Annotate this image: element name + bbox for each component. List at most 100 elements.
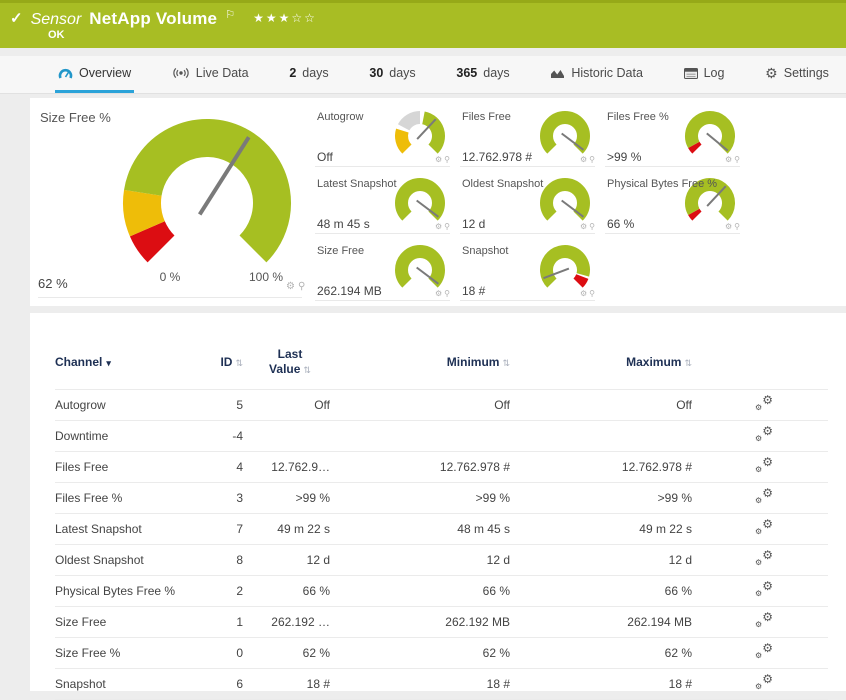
channel-row[interactable]: Latest Snapshot 7 49 m 22 s 48 m 45 s 49…	[55, 513, 828, 544]
column-label: Value	[269, 362, 301, 376]
sensor-header: ✓ Sensor NetApp Volume ⚐ ★★★☆☆ OK	[0, 0, 846, 48]
gauge-label: Physical Bytes Free %	[607, 178, 718, 190]
channel-settings-icon[interactable]: ⚙ ⚙	[755, 642, 773, 660]
gear-icon[interactable]: ⚙	[286, 282, 295, 292]
tab-live-data[interactable]: Live Data	[169, 56, 252, 93]
tab-log[interactable]: Log	[681, 56, 728, 93]
channel-row[interactable]: Autogrow 5 Off Off Off ⚙ ⚙	[55, 389, 828, 420]
column-header-maximum[interactable]: Maximum ⇅	[515, 355, 700, 369]
channel-table-panel: Channel ▾ ID ⇅ Last Value ⇅ Minimum ⇅ Maximu…	[30, 313, 846, 700]
channel-id: -4	[232, 429, 243, 443]
gauge-label: Latest Snapshot	[317, 178, 397, 190]
gear-icon: ⚙	[755, 527, 763, 536]
channel-settings-icon[interactable]: ⚙ ⚙	[755, 487, 773, 505]
pin-icon[interactable]: ⚲	[589, 290, 595, 298]
pin-icon[interactable]: ⚲	[444, 290, 450, 298]
gauge-value: 48 m 45 s	[317, 217, 370, 231]
gear-icon[interactable]: ⚙	[580, 156, 587, 164]
gear-icon[interactable]: ⚙	[435, 290, 442, 298]
pin-icon[interactable]: ⚲	[444, 223, 450, 231]
channel-row[interactable]: Snapshot 6 18 # 18 # 18 # ⚙ ⚙	[55, 668, 828, 700]
gear-icon: ⚙	[755, 589, 763, 598]
channel-row[interactable]: Files Free % 3 >99 % >99 % >99 % ⚙ ⚙	[55, 482, 828, 513]
channel-settings-icon[interactable]: ⚙ ⚙	[755, 394, 773, 412]
channel-row[interactable]: Oldest Snapshot 8 12 d 12 d 12 d ⚙ ⚙	[55, 544, 828, 575]
channel-settings-icon[interactable]: ⚙ ⚙	[755, 611, 773, 629]
pin-icon[interactable]: ⚲	[589, 223, 595, 231]
channel-minimum: 62 %	[482, 646, 510, 660]
tab-30-days[interactable]: 30 days	[366, 56, 418, 93]
gear-icon: ⚙	[755, 403, 763, 412]
channel-settings-icon[interactable]: ⚙ ⚙	[755, 580, 773, 598]
tab-settings[interactable]: ⚙ Settings	[762, 56, 832, 93]
gauge-label: Autogrow	[317, 111, 364, 123]
channel-settings-icon[interactable]: ⚙ ⚙	[755, 425, 773, 443]
priority-stars[interactable]: ★★★☆☆	[253, 11, 317, 25]
primary-gauge-actions: ⚙ ⚲	[286, 282, 305, 292]
column-header-id[interactable]: ID ⇅	[205, 355, 245, 369]
channel-row[interactable]: Physical Bytes Free % 2 66 % 66 % 66 % ⚙…	[55, 575, 828, 606]
column-header-minimum[interactable]: Minimum ⇅	[335, 355, 515, 369]
channel-actions: ⚙ ⚙	[700, 487, 828, 507]
gauge-value: 66 %	[607, 217, 635, 231]
channel-row[interactable]: Files Free 4 12.762.9… 12.762.978 # 12.7…	[55, 451, 828, 482]
channel-maximum: 18 #	[668, 677, 692, 691]
channel-name: Latest Snapshot	[55, 522, 142, 536]
channel-last-value: 18 #	[306, 677, 330, 691]
channel-name: Physical Bytes Free %	[55, 584, 176, 598]
tab-2-days[interactable]: 2 days	[286, 56, 331, 93]
channel-name: Oldest Snapshot	[55, 553, 144, 567]
channel-settings-icon[interactable]: ⚙ ⚙	[755, 672, 773, 691]
sort-icon: ⇅	[502, 358, 510, 368]
sort-desc-icon: ▾	[106, 358, 111, 368]
pin-icon[interactable]: ⚲	[589, 156, 595, 164]
tab-label: days	[483, 66, 510, 80]
channel-name: Size Free	[55, 615, 107, 629]
gauge-cell: Physical Bytes Free % 66 % ⚙ ⚲	[605, 173, 740, 234]
gauge-value: 262.194 MB	[317, 284, 382, 298]
gear-icon[interactable]: ⚙	[435, 223, 442, 231]
gear-icon: ⚙	[755, 620, 763, 629]
gear-icon[interactable]: ⚙	[725, 223, 732, 231]
pin-icon[interactable]: ⚲	[734, 223, 740, 231]
channel-id: 2	[236, 584, 243, 598]
gear-icon[interactable]: ⚙	[580, 223, 587, 231]
tab-historic-data[interactable]: Historic Data	[547, 56, 646, 93]
channel-last-value: 49 m 22 s	[277, 522, 330, 536]
column-header-channel[interactable]: Channel ▾	[55, 355, 205, 369]
channel-row[interactable]: Downtime -4 ⚙ ⚙	[55, 420, 828, 451]
gauge-actions: ⚙ ⚲	[580, 223, 595, 231]
tab-number: 30	[369, 66, 384, 80]
column-header-last-value[interactable]: Last Value ⇅	[245, 347, 335, 377]
channel-settings-icon[interactable]: ⚙ ⚙	[755, 456, 773, 474]
channel-id: 1	[236, 615, 243, 629]
pin-icon[interactable]: ⚲	[298, 282, 305, 292]
channel-actions: ⚙ ⚙	[700, 642, 828, 662]
channel-name: Autogrow	[55, 398, 106, 412]
tab-label: Settings	[783, 66, 829, 80]
gauge-actions: ⚙ ⚲	[435, 290, 450, 298]
channel-maximum: Off	[676, 398, 692, 412]
channel-maximum: >99 %	[657, 491, 692, 505]
gauge-max-label: 100 %	[248, 270, 284, 284]
gear-icon: ⚙	[762, 672, 773, 686]
tab-overview[interactable]: Overview	[55, 56, 135, 93]
gear-icon[interactable]: ⚙	[725, 156, 732, 164]
divider	[38, 297, 302, 298]
channel-minimum: 12.762.978 #	[439, 460, 510, 474]
channel-row[interactable]: Size Free % 0 62 % 62 % 62 % ⚙ ⚙	[55, 637, 828, 668]
channel-row[interactable]: Size Free 1 262.192 … 262.192 MB 262.194…	[55, 606, 828, 637]
gauge-label: Files Free	[462, 111, 511, 123]
tab-label: days	[389, 66, 416, 80]
gear-icon: ⚙	[765, 65, 778, 81]
tab-365-days[interactable]: 365 days	[453, 56, 512, 93]
pin-icon[interactable]: ⚲	[734, 156, 740, 164]
gear-icon[interactable]: ⚙	[580, 290, 587, 298]
channel-settings-icon[interactable]: ⚙ ⚙	[755, 549, 773, 567]
channel-id: 0	[236, 646, 243, 660]
channel-settings-icon[interactable]: ⚙ ⚙	[755, 518, 773, 536]
gear-icon[interactable]: ⚙	[435, 156, 442, 164]
channel-last-value: Off	[314, 398, 330, 412]
channel-actions: ⚙ ⚙	[700, 672, 828, 693]
pin-icon[interactable]: ⚲	[444, 156, 450, 164]
